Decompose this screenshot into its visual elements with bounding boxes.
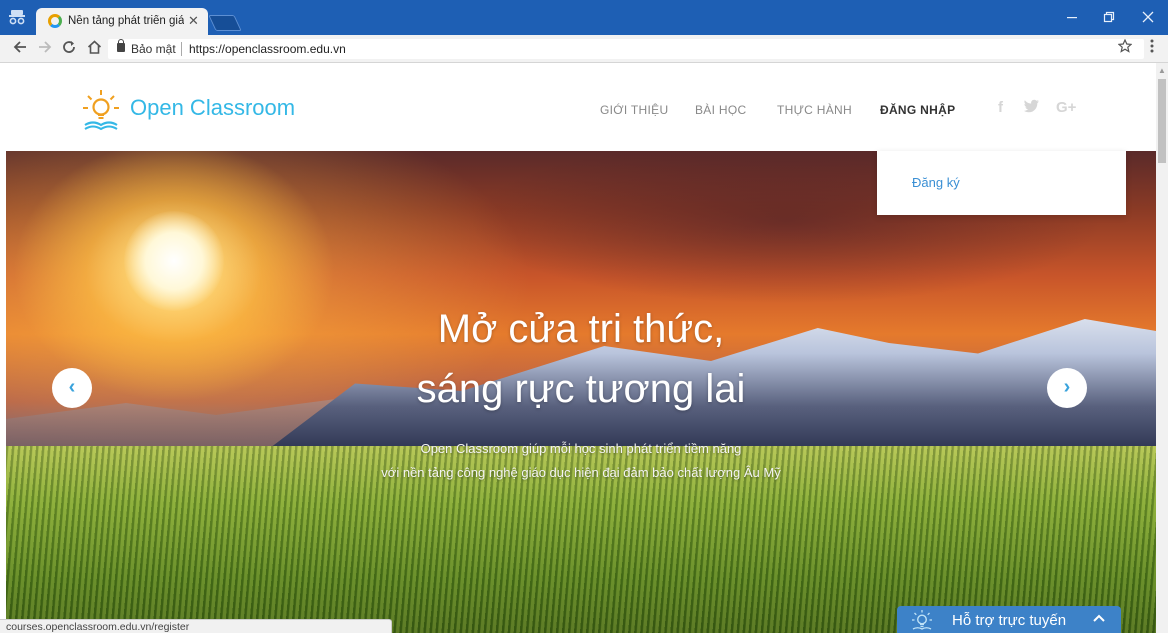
forward-icon[interactable] [37,40,53,58]
carousel-prev-button[interactable]: ‹ [52,368,92,408]
menu-icon[interactable] [1150,39,1154,56]
nav-dang-nhap[interactable]: ĐĂNG NHẬP [880,103,955,117]
close-icon[interactable] [1138,10,1158,26]
carousel-next-button[interactable]: › [1047,368,1087,408]
url-separator [181,42,182,56]
dropdown-item-dang-ky[interactable]: Đăng ký [912,175,960,190]
page-viewport: Open Classroom GIỚI THIỆU BÀI HỌC THỰC H… [6,63,1156,633]
home-icon[interactable] [86,40,102,58]
maximize-icon[interactable] [1099,10,1119,26]
hero-subtitle-line1: Open Classroom giúp mỗi học sinh phát tr… [420,441,742,456]
login-dropdown-menu: Đăng ký [877,151,1126,215]
new-tab-button[interactable] [208,15,242,31]
status-url: courses.openclassroom.edu.vn/register [6,621,190,633]
chevron-up-icon[interactable] [1093,610,1105,626]
back-icon[interactable] [12,40,28,58]
hero-sun [124,211,224,311]
browser-toolbar: Bảo mật https://openclassroom.edu.vn [0,35,1168,63]
scroll-up-icon[interactable]: ▲ [1158,66,1166,75]
nav-thuc-hanh[interactable]: THỰC HÀNH [777,103,852,117]
hero-subtitle-line2: với nền tảng công nghệ giáo dục hiện đại… [381,465,781,480]
url-text[interactable]: https://openclassroom.edu.vn [189,42,346,56]
logo-text[interactable]: Open Classroom [130,95,295,121]
browser-tab[interactable]: Nền tảng phát triển giáo ✕ [36,8,208,35]
scrollbar-thumb[interactable] [1158,79,1166,163]
support-lightbulb-icon [911,609,933,631]
support-label: Hỗ trợ trực tuyến [952,612,1067,629]
nav-bai-hoc[interactable]: BÀI HỌC [695,103,746,117]
browser-titlebar: Nền tảng phát triển giáo ✕ [0,0,1168,35]
facebook-icon[interactable]: f [998,99,1003,116]
hero-carousel: Mở cửa tri thức, sáng rực tương lai Open… [6,151,1156,633]
star-icon[interactable] [1117,38,1133,56]
tab-title: Nền tảng phát triển giáo [68,15,184,27]
address-bar[interactable]: Bảo mật https://openclassroom.edu.vn [108,39,1144,59]
incognito-icon [8,9,26,25]
favicon-icon [48,14,62,28]
reload-icon[interactable] [61,40,77,58]
secure-label: Bảo mật [131,42,176,56]
status-bar: courses.openclassroom.edu.vn/register [0,619,392,633]
googleplus-icon[interactable]: G+ [1056,99,1076,116]
lock-icon [117,39,125,52]
hero-title-line2: sáng rực tương lai [416,367,746,411]
site-header: Open Classroom GIỚI THIỆU BÀI HỌC THỰC H… [6,63,1156,151]
tab-close-icon[interactable]: ✕ [188,13,199,29]
hero-title-line1: Mở cửa tri thức, [437,307,725,351]
page-scrollbar[interactable]: ▲ [1156,63,1168,633]
online-support-widget[interactable]: Hỗ trợ trực tuyến [897,606,1121,633]
nav-gioi-thieu[interactable]: GIỚI THIỆU [600,103,668,117]
twitter-icon[interactable] [1024,99,1040,117]
lightbulb-logo-icon[interactable] [82,89,120,131]
minimize-icon[interactable] [1062,10,1082,26]
